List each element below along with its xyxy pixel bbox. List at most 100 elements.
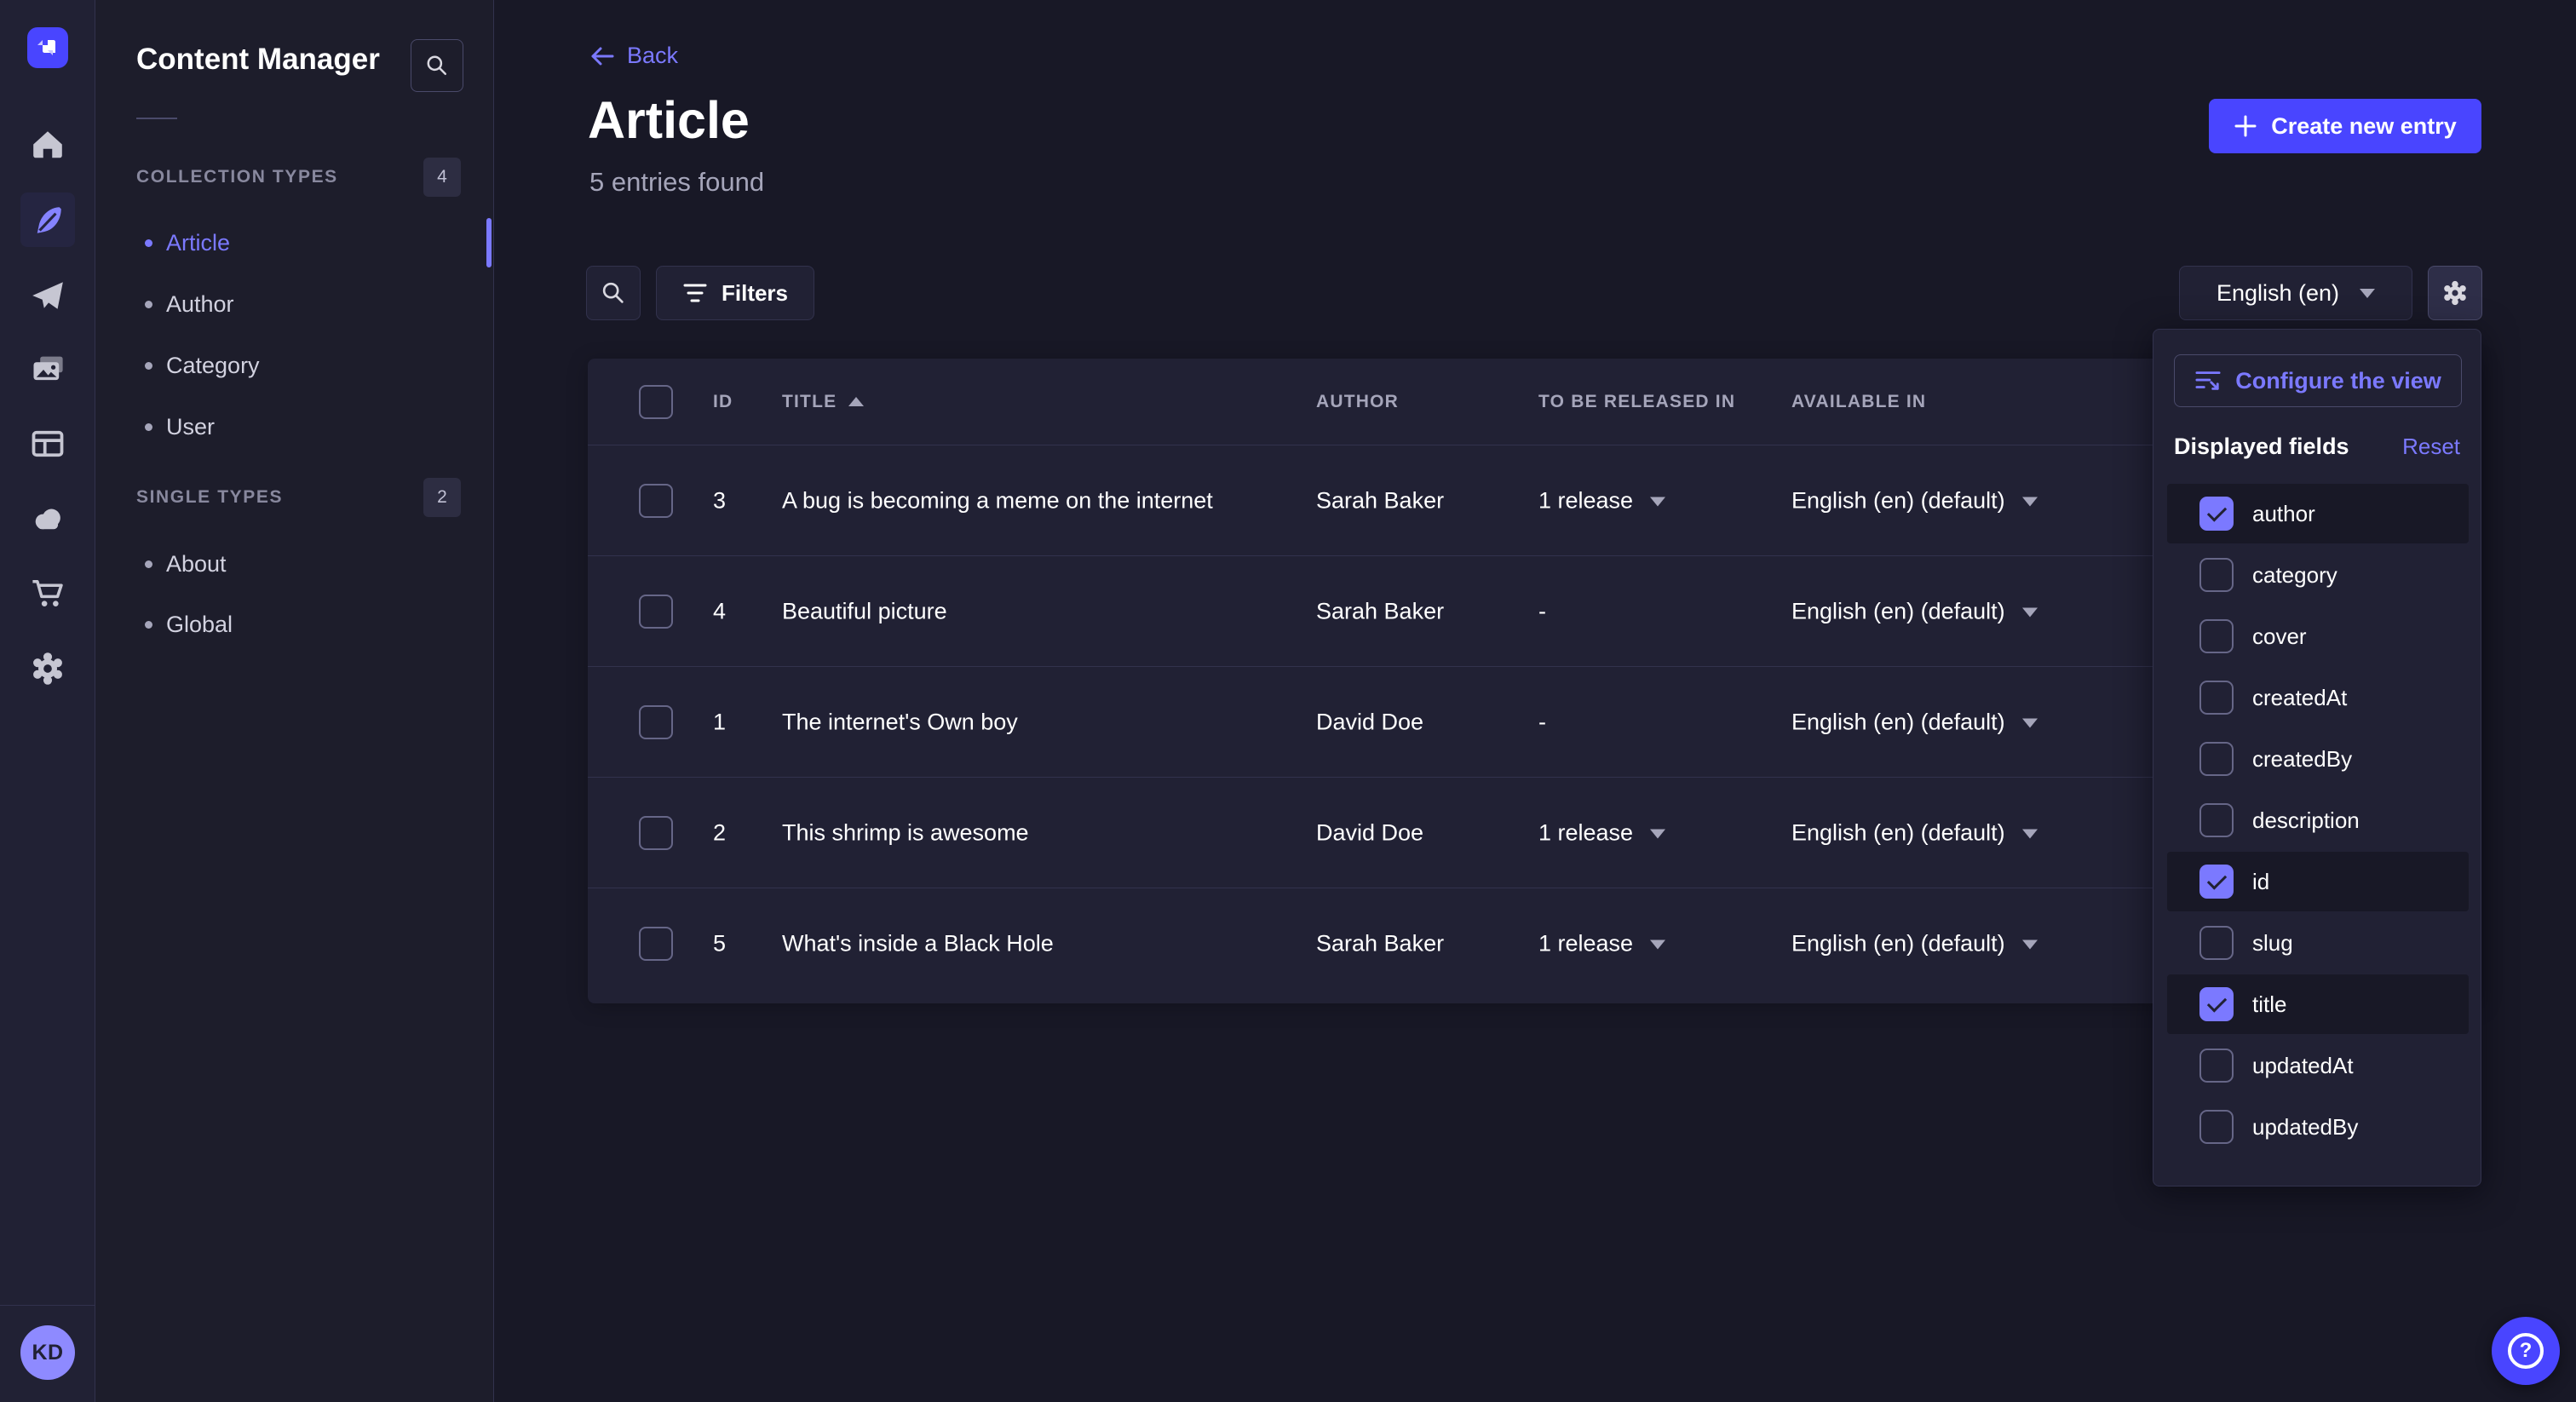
locales-cell[interactable]: English (en) (default) xyxy=(1791,709,2038,735)
field-toggle-createdAt[interactable]: createdAt xyxy=(2167,668,2469,727)
nav-deploy[interactable] xyxy=(20,491,75,545)
locale-select[interactable]: English (en) xyxy=(2179,266,2412,320)
field-toggle-author[interactable]: author xyxy=(2167,484,2469,543)
home-icon xyxy=(30,127,66,163)
column-header-id[interactable]: ID xyxy=(713,392,733,412)
media-library-icon xyxy=(29,351,66,388)
cloud-icon xyxy=(29,499,66,537)
nav-marketplace[interactable] xyxy=(20,566,75,620)
plus-icon xyxy=(2234,114,2257,138)
column-header-available[interactable]: AVAILABLE IN xyxy=(1791,392,1926,412)
bullet-icon xyxy=(145,301,152,308)
checkbox-icon[interactable] xyxy=(2199,1049,2234,1083)
question-mark-icon: ? xyxy=(2508,1333,2544,1369)
page-title: Article xyxy=(588,90,750,150)
search-button[interactable] xyxy=(586,266,641,320)
checkbox-icon[interactable] xyxy=(2199,926,2234,960)
entry-title: This shrimp is awesome xyxy=(782,819,1029,846)
releases-cell[interactable]: - xyxy=(1538,709,1546,735)
field-toggle-slug[interactable]: slug xyxy=(2167,913,2469,973)
chevron-down-icon xyxy=(2022,607,2038,617)
search-icon xyxy=(599,279,628,307)
column-header-title[interactable]: TITLE xyxy=(782,392,864,412)
row-checkbox[interactable] xyxy=(639,595,673,629)
field-toggle-updatedAt[interactable]: updatedAt xyxy=(2167,1036,2469,1095)
checkbox-icon[interactable] xyxy=(2199,497,2234,531)
select-all-checkbox[interactable] xyxy=(639,385,673,419)
view-settings-button[interactable] xyxy=(2428,266,2482,320)
nav-home[interactable] xyxy=(20,118,75,172)
reset-link[interactable]: Reset xyxy=(2402,434,2460,460)
section-single-types: SINGLE TYPES xyxy=(136,487,283,508)
sidebar-item-global[interactable]: Global xyxy=(95,597,494,652)
strapi-logo[interactable] xyxy=(27,27,68,68)
checkbox-icon[interactable] xyxy=(2199,681,2234,715)
nav-content-type-builder[interactable] xyxy=(20,417,75,471)
row-checkbox[interactable] xyxy=(639,927,673,961)
field-toggle-title[interactable]: title xyxy=(2167,974,2469,1034)
back-link[interactable]: Back xyxy=(589,43,678,69)
locales-cell[interactable]: English (en) (default) xyxy=(1791,487,2038,514)
sidebar-item-category[interactable]: Category xyxy=(95,338,494,393)
row-checkbox[interactable] xyxy=(639,705,673,739)
row-checkbox[interactable] xyxy=(639,816,673,850)
releases-cell[interactable]: 1 release xyxy=(1538,819,1665,846)
entries-count: 5 entries found xyxy=(589,167,764,198)
releases-cell[interactable]: - xyxy=(1538,598,1546,624)
content-manager-subnav: Content Manager COLLECTION TYPES 4 Artic… xyxy=(95,0,494,1402)
checkbox-icon[interactable] xyxy=(2199,558,2234,592)
collection-types-badge: 4 xyxy=(423,158,461,197)
create-new-entry-button[interactable]: Create new entry xyxy=(2209,99,2481,153)
checkbox-icon[interactable] xyxy=(2199,803,2234,837)
subnav-divider xyxy=(136,118,177,119)
field-toggle-createdBy[interactable]: createdBy xyxy=(2167,729,2469,789)
nav-transfer[interactable] xyxy=(20,268,75,323)
configure-icon xyxy=(2194,368,2222,394)
field-toggle-updatedBy[interactable]: updatedBy xyxy=(2167,1097,2469,1157)
sidebar-item-article[interactable]: Article xyxy=(95,215,494,270)
configure-view-button[interactable]: Configure the view xyxy=(2174,354,2462,407)
nav-content-manager[interactable] xyxy=(20,192,75,247)
nav-media-library[interactable] xyxy=(20,342,75,397)
help-button[interactable]: ? xyxy=(2492,1317,2560,1385)
releases-cell[interactable]: 1 release xyxy=(1538,487,1665,514)
app-window: KD Content Manager COLLECTION TYPES 4 Ar… xyxy=(0,0,2576,1402)
sidebar-item-author[interactable]: Author xyxy=(95,277,494,331)
user-avatar[interactable]: KD xyxy=(20,1325,75,1380)
row-checkbox[interactable] xyxy=(639,484,673,518)
filters-button[interactable]: Filters xyxy=(656,266,814,320)
feather-icon xyxy=(30,202,66,238)
column-header-released[interactable]: TO BE RELEASED IN xyxy=(1538,392,1735,412)
nav-settings[interactable] xyxy=(20,641,75,696)
sort-asc-icon xyxy=(848,397,864,406)
field-toggle-category[interactable]: category xyxy=(2167,545,2469,605)
field-toggle-description[interactable]: description xyxy=(2167,790,2469,850)
checkbox-icon[interactable] xyxy=(2199,1110,2234,1144)
bullet-icon xyxy=(145,560,152,568)
chevron-down-icon xyxy=(2022,940,2038,950)
checkbox-icon[interactable] xyxy=(2199,987,2234,1021)
field-toggle-cover[interactable]: cover xyxy=(2167,606,2469,666)
bullet-icon xyxy=(145,423,152,431)
arrow-left-icon xyxy=(589,46,615,66)
checkbox-icon[interactable] xyxy=(2199,865,2234,899)
bullet-icon xyxy=(145,362,152,370)
subnav-title: Content Manager xyxy=(136,43,380,77)
subnav-search-button[interactable] xyxy=(411,39,463,92)
field-toggle-id[interactable]: id xyxy=(2167,852,2469,911)
rail-divider xyxy=(0,1305,95,1306)
checkbox-icon[interactable] xyxy=(2199,742,2234,776)
entry-title: A bug is becoming a meme on the internet xyxy=(782,487,1213,514)
strapi-logo-icon xyxy=(35,35,60,60)
checkbox-icon[interactable] xyxy=(2199,619,2234,653)
view-settings-popover: Configure the view Displayed fields Rese… xyxy=(2153,329,2481,1187)
locales-cell[interactable]: English (en) (default) xyxy=(1791,819,2038,846)
chevron-down-icon xyxy=(2022,829,2038,838)
sidebar-item-about[interactable]: About xyxy=(95,537,494,591)
sidebar-item-user[interactable]: User xyxy=(95,399,494,454)
bullet-icon xyxy=(145,239,152,247)
column-header-author[interactable]: AUTHOR xyxy=(1316,392,1399,412)
locales-cell[interactable]: English (en) (default) xyxy=(1791,931,2038,957)
locales-cell[interactable]: English (en) (default) xyxy=(1791,598,2038,624)
releases-cell[interactable]: 1 release xyxy=(1538,931,1665,957)
